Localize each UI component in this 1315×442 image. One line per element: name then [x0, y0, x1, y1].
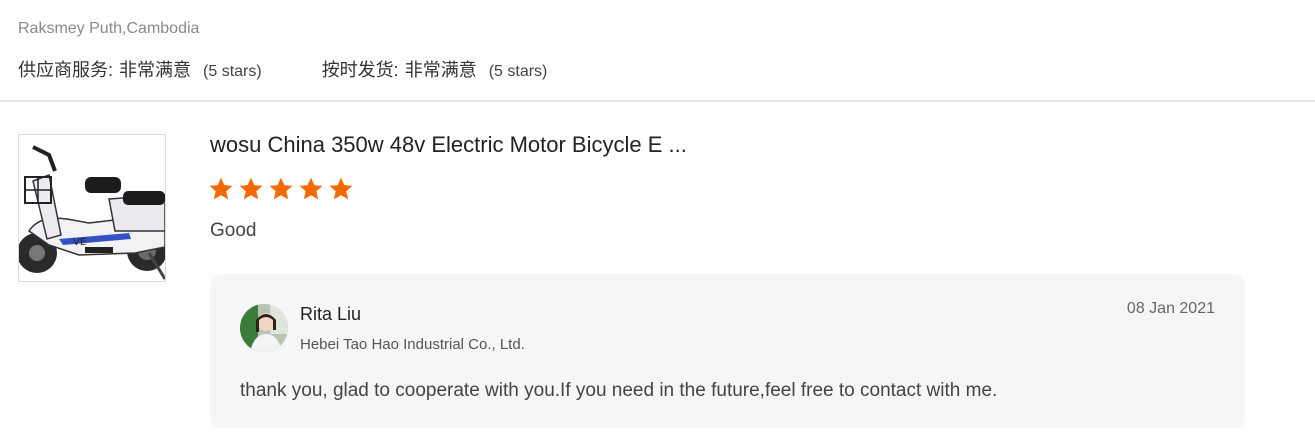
rating-value: 非常满意 — [119, 60, 192, 80]
star-rating — [208, 176, 354, 202]
avatar — [240, 304, 288, 352]
on-time-delivery-rating: 按时发货: 非常满意 (5 stars) — [322, 56, 548, 82]
product-title[interactable]: wosu China 350w 48v Electric Motor Bicyc… — [210, 132, 687, 158]
rating-value: 非常满意 — [404, 60, 477, 80]
star-icon — [239, 177, 263, 200]
avatar-photo-icon — [240, 304, 288, 352]
review-item: VE wosu China 350w 48v Electric Motor Bi… — [0, 102, 1315, 442]
supplier-service-rating: 供应商服务: 非常满意 (5 stars) — [18, 56, 262, 82]
reply-date: 08 Jan 2021 — [1126, 300, 1215, 317]
star-icon — [209, 177, 233, 200]
reply-text: thank you, glad to cooperate with you.If… — [240, 380, 998, 401]
rating-label: 供应商服务: — [18, 60, 114, 80]
rating-summary: 供应商服务: 非常满意 (5 stars) 按时发货: 非常满意 (5 star… — [18, 56, 547, 82]
star-icon — [299, 177, 323, 200]
star-icon — [269, 177, 293, 200]
rating-stars-text: (5 stars) — [203, 63, 262, 80]
review-header: Raksmey Puth,Cambodia 供应商服务: 非常满意 (5 sta… — [0, 0, 1315, 102]
replier-company: Hebei Tao Hao Industrial Co., Ltd. — [300, 336, 525, 353]
star-icon — [329, 177, 353, 200]
electric-bicycle-image: VE — [19, 145, 165, 280]
replier-name: Rita Liu — [300, 304, 362, 324]
reviewer-name-location: Raksmey Puth,Cambodia — [18, 20, 200, 37]
supplier-reply: Rita Liu Hebei Tao Hao Industrial Co., L… — [210, 274, 1245, 428]
svg-text:VE: VE — [73, 237, 86, 248]
rating-label: 按时发货: — [321, 60, 399, 80]
review-text: Good — [210, 220, 257, 241]
rating-stars-text: (5 stars) — [488, 63, 548, 80]
product-thumbnail[interactable]: VE — [18, 134, 166, 282]
